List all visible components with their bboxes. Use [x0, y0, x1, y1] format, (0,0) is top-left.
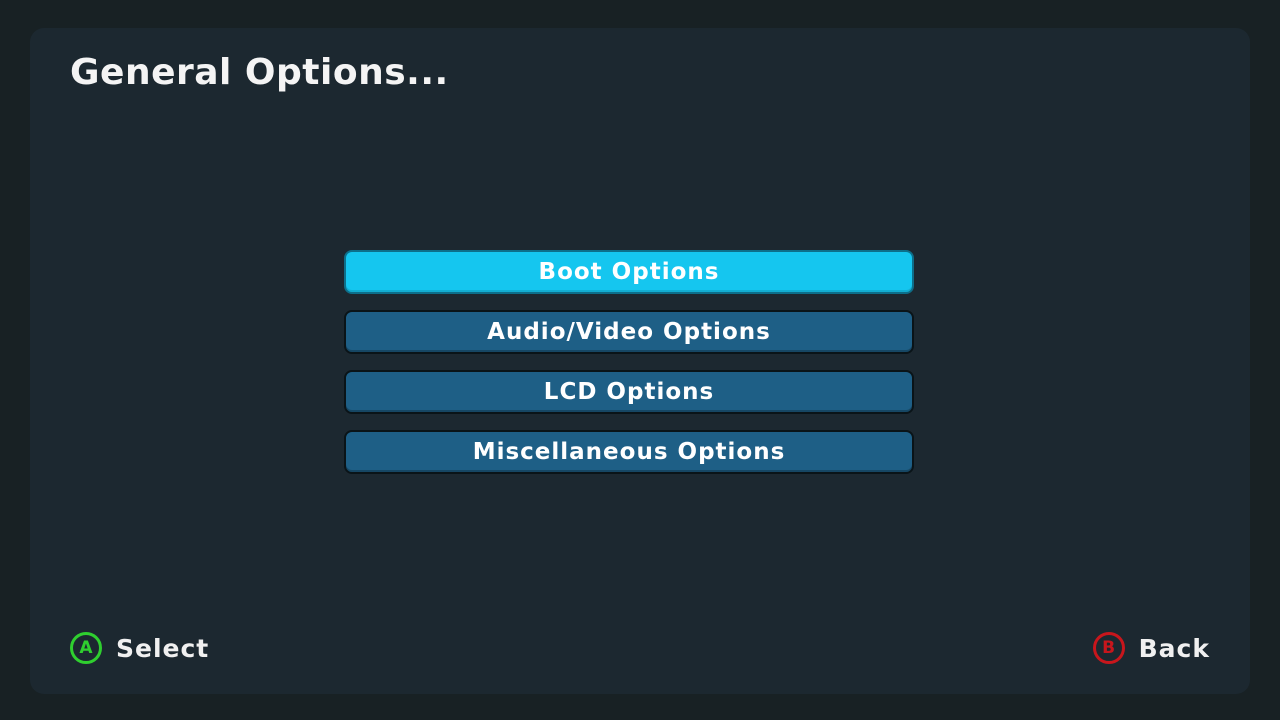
menu-item-boot-options[interactable]: Boot Options: [344, 250, 914, 294]
back-label: Back: [1138, 633, 1210, 663]
options-menu: Boot Options Audio/Video Options LCD Opt…: [344, 250, 914, 490]
menu-item-audio-video-options[interactable]: Audio/Video Options: [344, 310, 914, 354]
a-button-icon: A: [70, 632, 102, 664]
menu-item-lcd-options[interactable]: LCD Options: [344, 370, 914, 414]
menu-item-miscellaneous-options[interactable]: Miscellaneous Options: [344, 430, 914, 474]
back-action[interactable]: B Back: [1092, 631, 1210, 665]
select-label: Select: [116, 633, 210, 663]
select-action[interactable]: A Select: [70, 631, 209, 665]
page-title: General Options...: [70, 52, 449, 93]
dashboard-screen: General Options... Boot Options Audio/Vi…: [0, 0, 1280, 720]
b-button-icon: B: [1092, 632, 1125, 664]
